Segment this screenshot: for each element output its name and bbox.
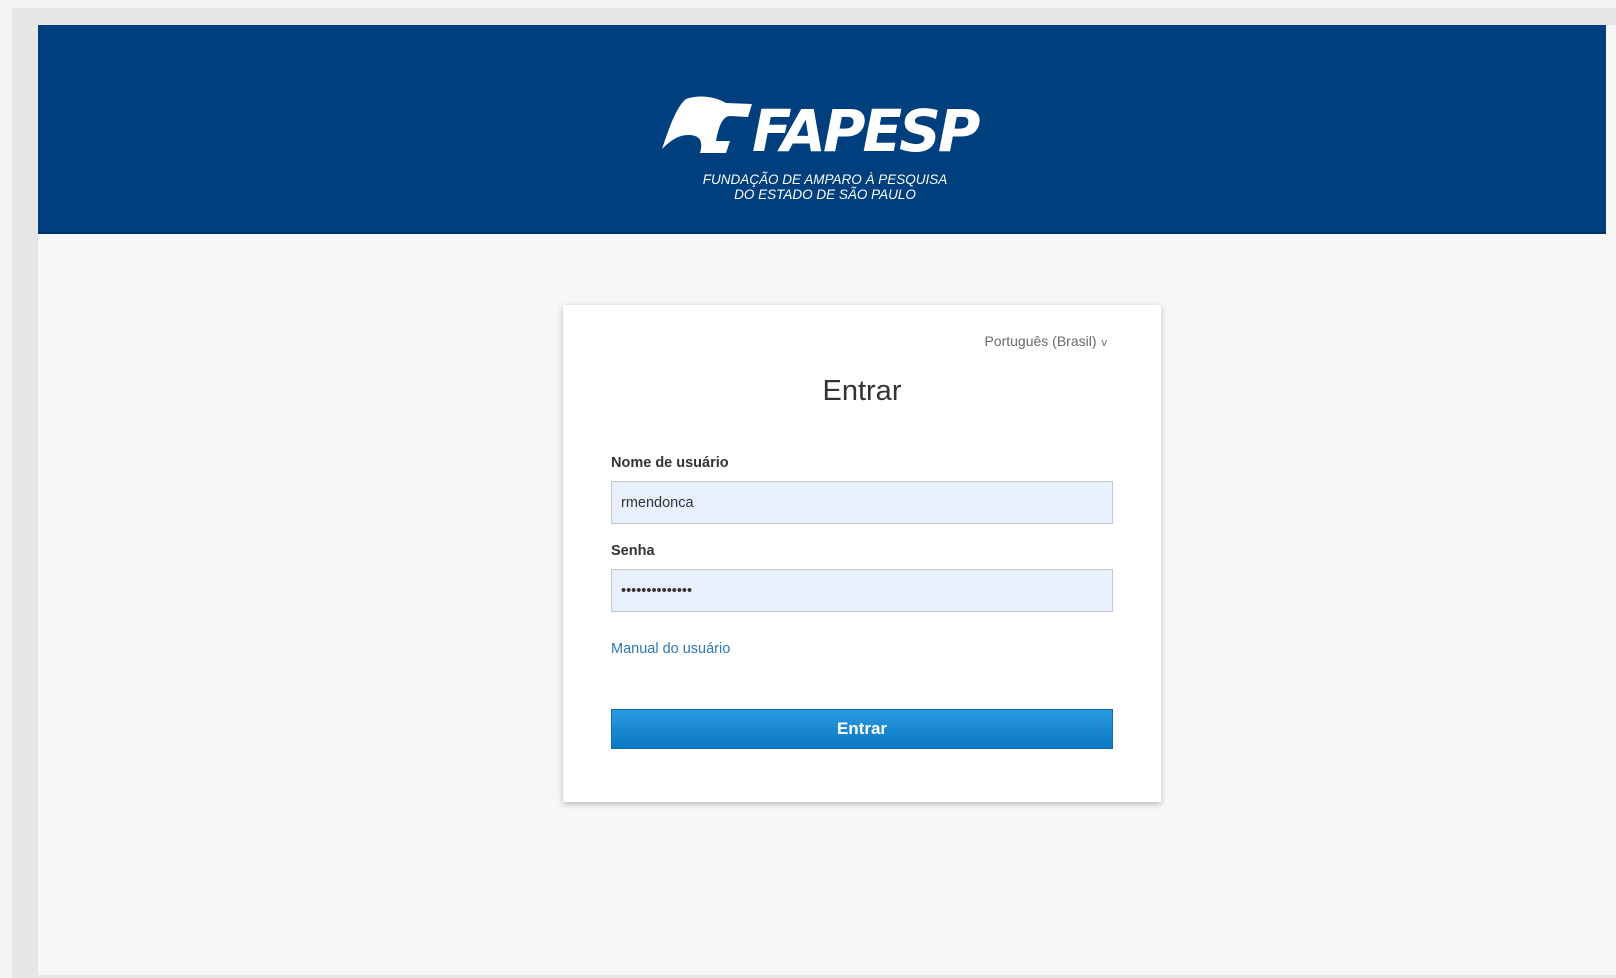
page-title: Entrar xyxy=(822,375,902,407)
language-selected-label: Português (Brasil) xyxy=(984,333,1097,349)
logo-wordmark: FAPESP xyxy=(752,97,980,165)
chevron-down-icon: v xyxy=(1101,337,1108,349)
login-card: Português (Brasil) v Entrar Nome de usuár… xyxy=(563,305,1161,802)
site-header: FAPESP FUNDAÇÃO DE AMPARO À PESQUISA DO … xyxy=(38,25,1606,234)
login-button[interactable]: Entrar xyxy=(611,709,1113,749)
logo-subtitle: FUNDAÇÃO DE AMPARO À PESQUISA DO ESTADO … xyxy=(660,172,990,202)
user-manual-link[interactable]: Manual do usuário xyxy=(611,641,730,657)
fapesp-logo: FAPESP FUNDAÇÃO DE AMPARO À PESQUISA DO … xyxy=(660,95,990,215)
logo-subtitle-line1: FUNDAÇÃO DE AMPARO À PESQUISA xyxy=(702,172,948,187)
username-label: Nome de usuário xyxy=(611,455,729,471)
fapesp-flag-icon xyxy=(662,96,752,153)
login-page: FAPESP FUNDAÇÃO DE AMPARO À PESQUISA DO … xyxy=(38,25,1616,975)
password-label: Senha xyxy=(611,543,655,559)
language-selector[interactable]: Português (Brasil) v xyxy=(984,333,1107,349)
password-input[interactable] xyxy=(611,569,1113,612)
username-input[interactable] xyxy=(611,481,1113,524)
logo-subtitle-line2: DO ESTADO DE SÃO PAULO xyxy=(734,187,916,202)
